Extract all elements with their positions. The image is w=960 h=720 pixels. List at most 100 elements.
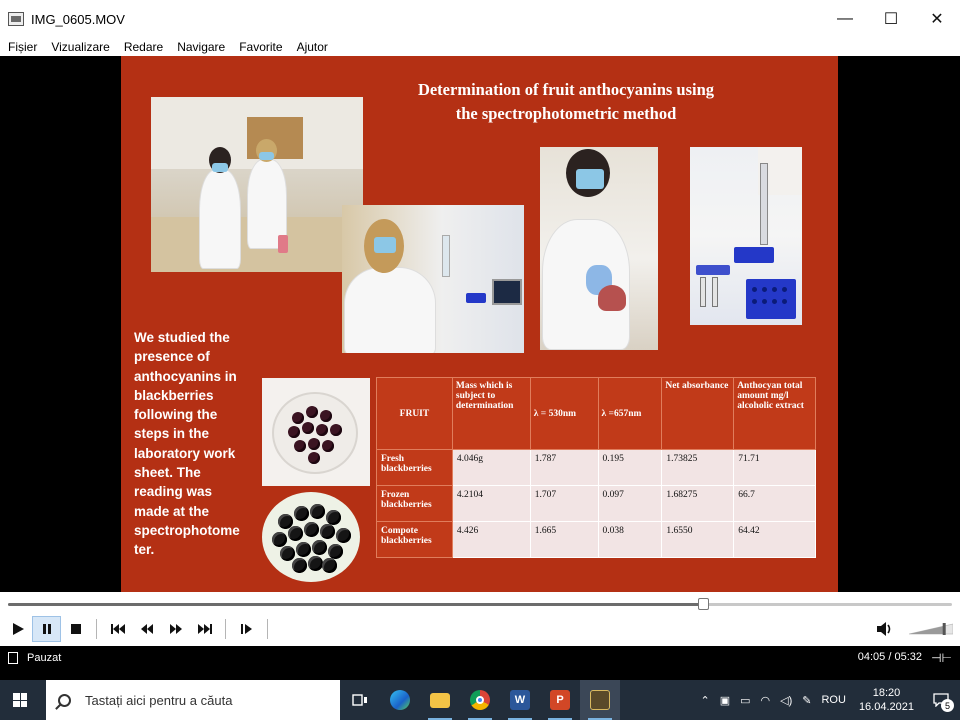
title-bar: IMG_0605.MOV — ☐ ✕: [0, 0, 960, 38]
window-controls: — ☐ ✕: [822, 0, 960, 38]
maximize-button[interactable]: ☐: [868, 0, 914, 38]
seek-bar-thumb[interactable]: [697, 598, 709, 610]
chevron-up-icon[interactable]: ⌃: [696, 694, 715, 707]
task-view-icon: [352, 694, 367, 706]
frame-step-button[interactable]: [232, 616, 261, 642]
table-cell: Fresh blackberries: [376, 449, 453, 486]
table-row: Frozen blackberries 4.2104 1.707 0.097 1…: [376, 485, 816, 522]
search-icon: [58, 693, 71, 707]
table-cell: 0.195: [597, 449, 663, 486]
start-button[interactable]: [0, 680, 40, 720]
fast-forward-button[interactable]: [161, 616, 190, 642]
chrome-app[interactable]: [460, 680, 500, 720]
word-icon: W: [510, 690, 530, 710]
table-header-row: FRUIT Mass which is subject to determina…: [376, 377, 816, 450]
network-drive-icon[interactable]: ▣: [715, 694, 735, 707]
menu-file[interactable]: Fișier: [0, 40, 43, 54]
slide-title: Determination of fruit anthocyanins usin…: [381, 78, 751, 126]
pause-button[interactable]: [32, 616, 61, 642]
presentation-slide: Determination of fruit anthocyanins usin…: [121, 56, 838, 592]
document-icon: [8, 652, 18, 664]
next-button[interactable]: [190, 616, 219, 642]
slide-title-line-2: the spectrophotometric method: [455, 104, 677, 123]
windows-logo-icon: [13, 693, 27, 707]
column-header-lambda-530: λ = 530nm: [529, 377, 599, 450]
control-separator: [225, 619, 226, 639]
seek-bar[interactable]: [8, 603, 952, 606]
table-cell: 1.707: [529, 485, 599, 522]
control-separator: [267, 619, 268, 639]
column-header-mass: Mass which is subject to determination: [451, 377, 531, 450]
wifi-icon[interactable]: ◠: [756, 694, 776, 707]
menu-help[interactable]: Ajutor: [289, 40, 334, 54]
battery-icon[interactable]: ▭: [735, 694, 755, 707]
speaker-tray-icon[interactable]: ◁): [775, 694, 797, 707]
table-row: Compote blackberries 4.426 1.665 0.038 1…: [376, 521, 816, 558]
table-cell: Frozen blackberries: [376, 485, 453, 522]
menu-view[interactable]: Vizualizare: [43, 40, 115, 54]
media-player-app[interactable]: [580, 680, 620, 720]
volume-slider[interactable]: [909, 623, 953, 635]
table-cell: 1.68275: [661, 485, 735, 522]
media-player-icon: [590, 690, 610, 710]
blackberries-bowl-photo: [262, 492, 360, 582]
table-cell: 0.097: [597, 485, 663, 522]
seek-bar-progress: [8, 603, 703, 606]
skip-forward-icon: [197, 624, 212, 634]
task-view-button[interactable]: [340, 680, 380, 720]
playback-controls: [0, 592, 960, 646]
window-title: IMG_0605.MOV: [31, 11, 125, 27]
table-cell: 1.6550: [661, 521, 735, 558]
video-viewport[interactable]: Determination of fruit anthocyanins usin…: [0, 56, 960, 592]
menu-play[interactable]: Redare: [116, 40, 169, 54]
menu-navigate[interactable]: Navigare: [169, 40, 231, 54]
playback-state: Pauzat: [27, 652, 62, 664]
frame-step-icon: [240, 624, 252, 634]
video-file-icon: [8, 12, 24, 26]
clock[interactable]: 18:20 16.04.2021: [851, 686, 922, 714]
fast-forward-icon: [169, 624, 182, 634]
powerpoint-icon: P: [550, 690, 570, 710]
search-placeholder: Tastați aici pentru a căuta: [85, 692, 233, 708]
rewind-button[interactable]: [132, 616, 161, 642]
column-header-lambda-657: λ =657nm: [597, 377, 663, 450]
play-button[interactable]: [3, 616, 32, 642]
column-header-anthocyan-amount: Anthocyan total amount mg/l alcoholic ex…: [733, 377, 816, 450]
menu-favorites[interactable]: Favorite: [231, 40, 288, 54]
file-explorer-app[interactable]: [420, 680, 460, 720]
stop-button[interactable]: [61, 616, 90, 642]
clock-date: 16.04.2021: [858, 701, 914, 713]
language-indicator[interactable]: ROU: [816, 694, 850, 706]
system-tray: ⌃ ▣ ▭ ◠ ◁) ✎ ROU 18:20 16.04.2021 5: [696, 680, 960, 720]
edge-icon: [390, 690, 410, 710]
lab-photo-pipette-rack: [690, 147, 802, 325]
speaker-icon[interactable]: [874, 618, 896, 640]
notification-center-button[interactable]: 5: [922, 680, 960, 720]
taskbar-search[interactable]: Tastați aici pentru a căuta: [46, 680, 340, 720]
edge-app[interactable]: [380, 680, 420, 720]
control-separator: [96, 619, 97, 639]
transport-buttons: [0, 616, 274, 642]
play-icon: [12, 623, 24, 635]
slide-description-text: We studied the presence of anthocyanins …: [134, 330, 240, 558]
word-app[interactable]: W: [500, 680, 540, 720]
table-cell: 1.73825: [661, 449, 735, 486]
pen-icon[interactable]: ✎: [797, 694, 816, 707]
close-button[interactable]: ✕: [914, 0, 960, 38]
lab-photo-researcher-tube: [342, 205, 524, 353]
media-player-window: IMG_0605.MOV — ☐ ✕ Fișier Vizualizare Re…: [0, 0, 960, 720]
audio-channel-icon[interactable]: ⊣⊢: [931, 651, 952, 665]
previous-button[interactable]: [103, 616, 132, 642]
powerpoint-app[interactable]: P: [540, 680, 580, 720]
minimize-button[interactable]: —: [822, 0, 868, 38]
stop-icon: [70, 624, 81, 634]
table-cell: 0.038: [597, 521, 663, 558]
playback-time: 04:05 / 05:32: [857, 651, 922, 663]
table-cell: 1.665: [529, 521, 599, 558]
blackberries-plate-photo: [262, 378, 370, 486]
skip-back-icon: [110, 624, 125, 634]
chrome-icon: [470, 690, 490, 710]
menu-bar: Fișier Vizualizare Redare Navigare Favor…: [0, 38, 960, 56]
slide-title-line-1: Determination of fruit anthocyanins usin…: [417, 80, 715, 99]
column-header-fruit: FRUIT: [376, 377, 453, 450]
